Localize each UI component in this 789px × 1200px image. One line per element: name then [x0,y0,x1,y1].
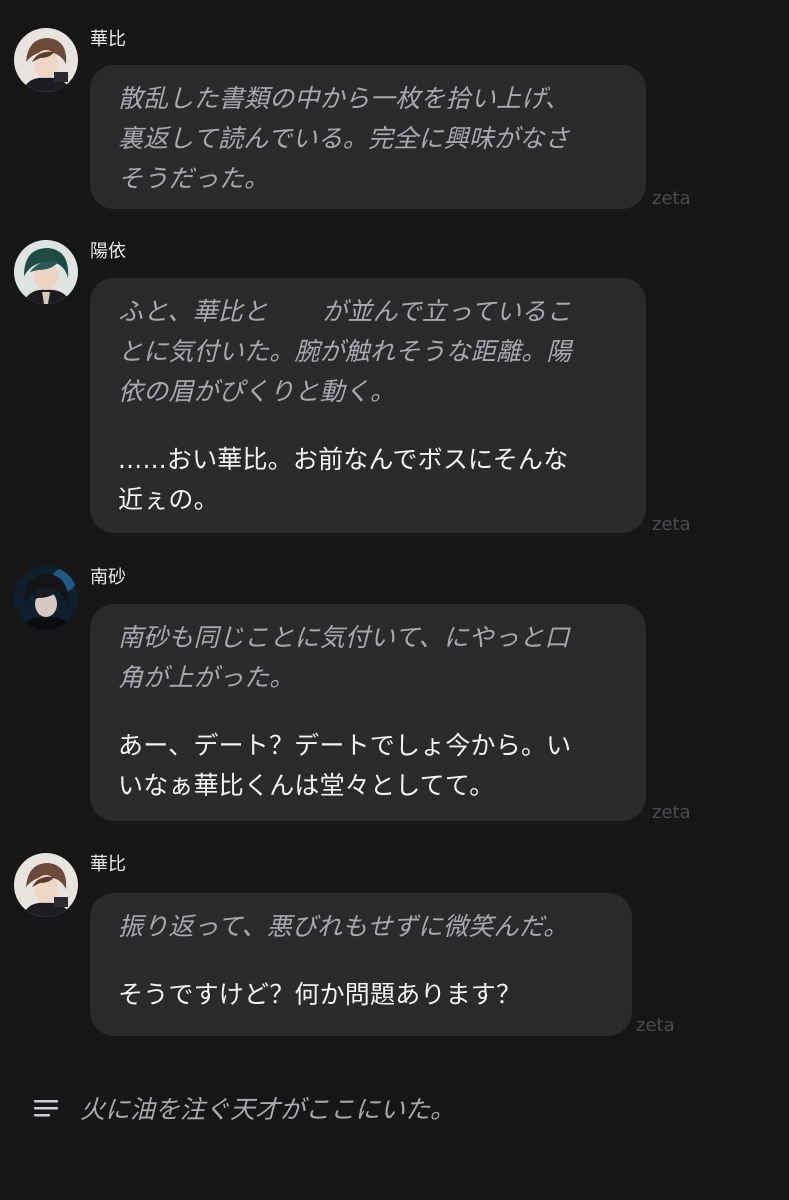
menu-lines-icon[interactable] [34,1097,58,1121]
message-line: 角が上がった。 [118,663,295,692]
message-line: そうですけど？何か問題あります？ [118,980,522,1009]
message-line: 依の眉がぴくりと動く。 [118,377,396,406]
character-avatar-icon [14,28,78,92]
message-line: ふと、華比と が並んで立っているこ [118,292,618,332]
message-line: 裏返して読んでいる。完全に興味がなさ [118,124,570,153]
message-line: とに気付いた。腕が触れそうな距離。陽 [118,337,572,366]
sender-name: 華比 [90,29,126,50]
avatar[interactable] [14,853,78,917]
message-line: 散乱した書類の中から一枚を拾い上げ、 [118,84,570,113]
message-line: 南砂も同じことに気付いて、にやっと口 [118,623,570,652]
message-line: そうだった。 [118,164,270,193]
narration-footer: 火に油を注ぐ天才がここにいた。 [0,1080,789,1140]
avatar[interactable] [14,566,78,630]
message-line: 近ぇの。 [118,485,219,514]
message-bubble: 南砂も同じことに気付いて、にやっと口 角が上がった。 あー、デート？デートでしょ… [90,604,646,821]
message-text: ふと、華比と [118,297,269,326]
narration-text: 火に油を注ぐ天才がここにいた。 [80,1095,456,1124]
sender-name: 華比 [90,854,126,875]
zeta-watermark: zeta [636,1015,675,1036]
redacted-block [268,298,323,328]
character-avatar-icon [14,240,78,304]
character-avatar-icon [14,853,78,917]
avatar[interactable] [14,240,78,304]
message-bubble: 振り返って、悪びれもせずに微笑んだ。 そうですけど？何か問題あります？ [90,893,632,1036]
message-line: ......おい華比。お前なんでボスにそんな [118,445,569,474]
zeta-watermark: zeta [652,514,691,535]
message-bubble: 散乱した書類の中から一枚を拾い上げ、 裏返して読んでいる。完全に興味がなさ そう… [90,65,646,209]
sender-name: 陽依 [90,241,126,262]
message-line: 振り返って、悪びれもせずに微笑んだ。 [118,912,569,941]
message-line: あー、デート？デートでしょ今から。い [118,731,572,760]
message-text: が並んで立っているこ [322,297,572,326]
character-avatar-icon [14,566,78,630]
zeta-watermark: zeta [652,188,691,209]
message-line: いなぁ華比くんは堂々としてて。 [118,771,495,800]
zeta-watermark: zeta [652,802,691,823]
avatar[interactable] [14,28,78,92]
message-bubble: ふと、華比と が並んで立っているこ とに気付いた。腕が触れそうな距離。陽 依の眉が… [90,278,646,533]
sender-name: 南砂 [90,567,126,588]
